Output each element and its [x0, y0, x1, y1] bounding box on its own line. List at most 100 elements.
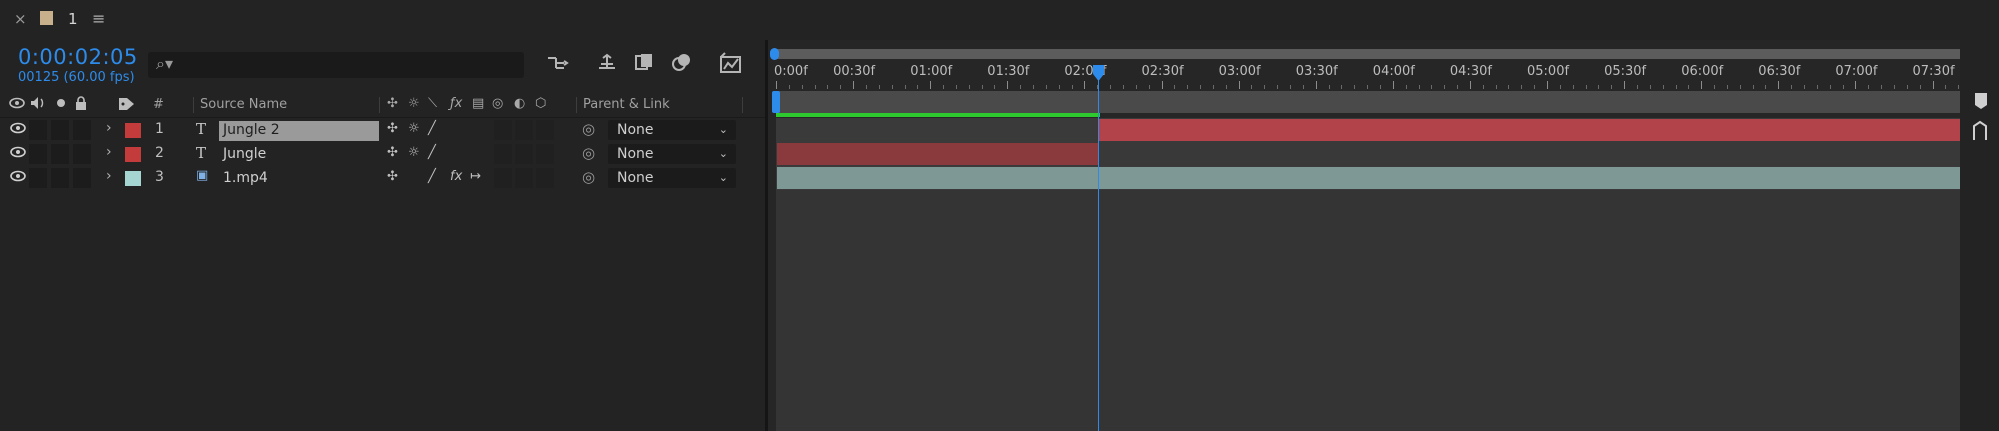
switch-cell[interactable]: [494, 120, 512, 140]
video-visibility-icon[interactable]: [9, 96, 25, 114]
expand-chevron-icon[interactable]: ›: [106, 120, 112, 136]
ruler-minor-tick: [1739, 85, 1741, 89]
ruler-minor-tick: [1045, 85, 1047, 89]
comp-marker-bin-icon[interactable]: [1974, 92, 1988, 110]
switch-cell[interactable]: [73, 120, 91, 140]
ruler-minor-tick: [1919, 85, 1921, 89]
switch-cell[interactable]: [51, 168, 69, 188]
visibility-eye-icon[interactable]: [10, 169, 26, 187]
search-input[interactable]: ⌕▾: [148, 52, 524, 78]
switch-cell[interactable]: [515, 120, 533, 140]
parent-link-header[interactable]: Parent & Link: [583, 97, 670, 112]
3d-layer-icon[interactable]: ⬡: [535, 96, 546, 111]
quality-switch-icon[interactable]: ╱: [428, 145, 436, 160]
parent-select[interactable]: None ⌄: [608, 120, 736, 140]
time-ruler[interactable]: 0:00f 00:30f 01:00f 01:30f 02:00f 02:30f 03:00…: [774, 61, 1974, 89]
effects-switch-icon[interactable]: ƒx: [450, 96, 462, 111]
pick-whip-icon[interactable]: ◎: [582, 144, 595, 162]
pick-whip-icon[interactable]: ◎: [582, 168, 595, 186]
switch-cell[interactable]: [73, 144, 91, 164]
layer-bar-jungle-2[interactable]: [1099, 119, 1960, 141]
current-time-indicator-head[interactable]: [1092, 64, 1105, 82]
collapse-transform-icon[interactable]: ☼: [408, 96, 420, 111]
layer-name[interactable]: 1.mp4: [219, 169, 379, 189]
collapse-switch-icon[interactable]: ☼: [408, 121, 420, 136]
frame-blend-switch-icon[interactable]: ↦: [470, 169, 481, 184]
switch-cell[interactable]: [29, 120, 47, 140]
layer-row[interactable]: › 3 ▣ 1.mp4 ✣ ╱ fx ↦ ◎ None ⌄: [0, 166, 766, 190]
ruler-tick: [1084, 81, 1086, 89]
parent-select[interactable]: None ⌄: [608, 144, 736, 164]
quality-switch-icon[interactable]: ╱: [428, 121, 436, 136]
switch-cell[interactable]: [515, 144, 533, 164]
switch-cell[interactable]: [29, 144, 47, 164]
ruler-label: 04:30f: [1449, 64, 1492, 79]
adjustment-layer-icon[interactable]: ◐: [514, 96, 525, 111]
ruler-minor-tick: [1791, 85, 1793, 89]
motion-blur-switch-icon[interactable]: ◎: [492, 96, 503, 111]
time-navigator-bar[interactable]: [774, 49, 1969, 59]
shy-layers-icon[interactable]: [633, 52, 655, 77]
work-area-bar[interactable]: [776, 91, 1970, 113]
work-area-start-handle[interactable]: [772, 91, 780, 113]
switch-cell[interactable]: [536, 144, 554, 164]
switch-cell[interactable]: [536, 168, 554, 188]
switch-cell[interactable]: [29, 168, 47, 188]
switch-cell[interactable]: [536, 120, 554, 140]
ruler-tick: [1315, 81, 1317, 89]
shy-switch-icon[interactable]: ✣: [387, 96, 398, 111]
current-time-indicator-line[interactable]: [1098, 70, 1099, 431]
switch-cell[interactable]: [73, 168, 91, 188]
switch-cell[interactable]: [515, 168, 533, 188]
frame-blending-icon[interactable]: [670, 52, 694, 77]
graph-editor-icon[interactable]: [718, 52, 744, 79]
shy-switch-icon[interactable]: ✣: [387, 145, 398, 160]
switch-cell[interactable]: [494, 168, 512, 188]
source-name-header[interactable]: Source Name: [200, 97, 287, 112]
navigator-start-handle[interactable]: [770, 48, 779, 60]
collapse-switch-icon[interactable]: ☼: [408, 145, 420, 160]
label-color-swatch[interactable]: [125, 123, 141, 138]
pick-whip-icon[interactable]: ◎: [582, 120, 595, 138]
expand-chevron-icon[interactable]: ›: [106, 168, 112, 184]
panel-menu-icon[interactable]: ≡: [92, 9, 105, 28]
ruler-minor-tick: [1945, 85, 1947, 89]
comp-flowchart-icon[interactable]: [546, 54, 570, 77]
composition-tab[interactable]: 1: [68, 10, 78, 28]
switch-cell[interactable]: [51, 120, 69, 140]
visibility-eye-icon[interactable]: [10, 145, 26, 163]
quality-icon[interactable]: ⟍: [428, 96, 437, 111]
visibility-eye-icon[interactable]: [10, 121, 26, 139]
solo-icon[interactable]: [55, 96, 67, 114]
effects-switch-icon[interactable]: fx: [450, 169, 462, 184]
close-tab-icon[interactable]: ×: [14, 10, 27, 28]
label-tag-icon[interactable]: [118, 96, 136, 115]
label-color-swatch[interactable]: [125, 147, 141, 162]
layer-row[interactable]: › 1 T Jungle 2 ✣ ☼ ╱ ◎ None ⌄: [0, 118, 766, 142]
shy-switch-icon[interactable]: ✣: [387, 169, 398, 184]
switch-cell[interactable]: [51, 144, 69, 164]
ruler-minor-tick: [1444, 85, 1446, 89]
shy-switch-icon[interactable]: ✣: [387, 121, 398, 136]
comp-button-icon[interactable]: [1972, 120, 1990, 142]
number-column-header[interactable]: #: [153, 97, 164, 112]
frame-blend-switch-icon[interactable]: ▤: [472, 96, 484, 111]
parent-select[interactable]: None ⌄: [608, 168, 736, 188]
layer-row[interactable]: › 2 T Jungle ✣ ☼ ╱ ◎ None ⌄: [0, 142, 766, 166]
ruler-minor-tick: [865, 85, 867, 89]
quality-switch-icon[interactable]: ╱: [428, 169, 436, 184]
ruler-minor-tick: [1200, 85, 1202, 89]
layer-bar-1-mp4[interactable]: [777, 167, 1960, 189]
ruler-minor-tick: [1572, 85, 1574, 89]
ruler-tick: [1161, 81, 1163, 89]
layer-name[interactable]: Jungle 2: [219, 121, 379, 141]
current-time-display[interactable]: 0:00:02:05: [18, 45, 138, 69]
label-color-swatch[interactable]: [125, 171, 141, 186]
lock-icon[interactable]: [74, 96, 88, 115]
draft-3d-icon[interactable]: [596, 52, 618, 77]
layer-name[interactable]: Jungle: [219, 145, 379, 165]
expand-chevron-icon[interactable]: ›: [106, 144, 112, 160]
audio-icon[interactable]: [30, 96, 46, 114]
layer-bar-jungle[interactable]: [777, 143, 1098, 165]
switch-cell[interactable]: [494, 144, 512, 164]
